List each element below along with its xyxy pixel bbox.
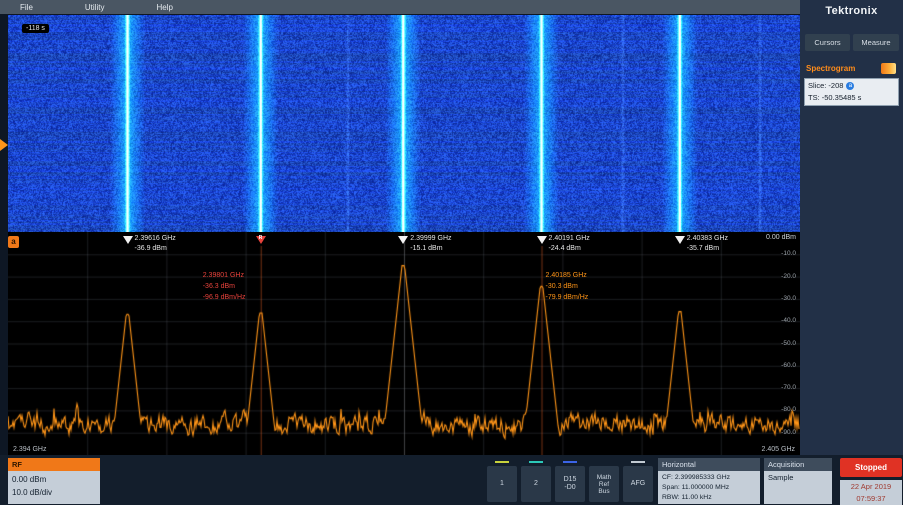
y-axis-label: -50.0 — [781, 340, 796, 347]
marker-readout: 2.39616 GHz -36.9 dBm — [135, 234, 176, 254]
peak-marker-icon[interactable] — [675, 236, 685, 244]
slice-playhead-arrow[interactable] — [0, 139, 8, 151]
rf-settings-panel: RF 0.00 dBm 10.0 dB/div — [8, 458, 100, 504]
menu-help[interactable]: Help — [156, 3, 172, 12]
y-axis-label: -80.0 — [781, 406, 796, 413]
start-frequency-label: 2.394 GHz — [10, 446, 49, 453]
spectrogram-colormap-icon[interactable] — [881, 63, 896, 74]
center-frequency-readout: CF: 2.399985333 GHz — [662, 473, 756, 483]
acquisition-panel-header[interactable]: Acquisition — [764, 458, 832, 471]
spectrum-panel: a 0.00 dBm -10.0 -20.0 -30.0 -40.0 -50.0 -60.… — [8, 232, 800, 455]
menu-bar: File Utility Help — [0, 0, 800, 14]
peak-marker-icon[interactable] — [398, 236, 408, 244]
marker-readout: 2.39999 GHz -15.1 dBm — [410, 234, 451, 254]
channel-2-button[interactable]: 2 — [521, 466, 551, 502]
peak-marker-icon[interactable] — [537, 236, 547, 244]
menu-file[interactable]: File — [20, 3, 33, 12]
peak-marker-icon[interactable] — [123, 236, 133, 244]
y-axis-label: -40.0 — [781, 317, 796, 324]
rbw-readout: RBW: 11.00 kHz — [662, 493, 756, 503]
y-axis-label: -70.0 — [781, 384, 796, 391]
ref-level-label: 0.00 dBm — [766, 234, 796, 241]
afg-button[interactable]: AFG — [623, 466, 653, 502]
measure-button[interactable]: Measure — [853, 34, 899, 51]
rf-scale: 10.0 dB/div — [12, 486, 96, 499]
channel-1-dash-icon — [495, 461, 509, 463]
horizontal-panel: Horizontal CF: 2.399985333 GHz Span: 11.… — [658, 458, 760, 504]
rf-trace-badge: a — [8, 236, 19, 248]
horizontal-panel-body: CF: 2.399985333 GHz Span: 11.000000 MHz … — [658, 471, 760, 504]
channel-2-dash-icon — [529, 461, 543, 463]
cursors-button[interactable]: Cursors — [805, 34, 850, 51]
digital-channels-button[interactable]: D15 -D0 — [555, 466, 585, 502]
right-sidebar: Tektronix Cursors Measure Spectrogram Sl… — [800, 0, 903, 505]
channel-1-button[interactable]: 1 — [487, 466, 517, 502]
y-axis-label: -60.0 — [781, 362, 796, 369]
marker-a-icon: a — [846, 82, 854, 90]
y-axis-label: -20.0 — [781, 273, 796, 280]
spectrogram-canvas — [8, 15, 800, 232]
spectrogram-time-badge: -118 s — [22, 24, 49, 33]
bottom-bar: RF 0.00 dBm 10.0 dB/div 1 2 D15 -D0 Math… — [0, 455, 903, 505]
afg-dash-icon — [631, 461, 645, 463]
y-axis-label: -90.0 — [781, 429, 796, 436]
ts-line: TS: -50.35485 s — [808, 92, 895, 104]
display-stage: File Utility Help -118 s a 0.00 dBm -10.… — [0, 0, 903, 505]
spectrogram-panel: -118 s — [8, 15, 800, 232]
span-readout: Span: 11.000000 MHz — [662, 483, 756, 493]
marker-readout: 2.40383 GHz -35.7 dBm — [687, 234, 728, 254]
slice-line: Slice: -208a — [808, 80, 895, 92]
acquisition-panel: Acquisition Sample — [764, 458, 832, 504]
spectrogram-title: Spectrogram — [806, 64, 855, 73]
digital-dash-icon — [563, 461, 577, 463]
reference-marker-letter: R — [259, 235, 263, 241]
math-ref-bus-button[interactable]: Math Ref Bus — [589, 466, 619, 502]
rf-panel-header[interactable]: RF — [8, 458, 100, 471]
y-axis-label: -30.0 — [781, 295, 796, 302]
marker-detail-readout: 2.40185 GHz -30.3 dBm -79.9 dBm/Hz — [546, 270, 589, 303]
datetime-readout: 22 Apr 2019 07:59:37 — [840, 480, 902, 505]
menu-utility[interactable]: Utility — [85, 3, 105, 12]
run-stop-status-button[interactable]: Stopped — [840, 458, 902, 477]
horizontal-panel-header[interactable]: Horizontal — [658, 458, 760, 471]
marker-readout: 2.40191 GHz -24.4 dBm — [549, 234, 590, 254]
brand-logo: Tektronix — [800, 5, 903, 17]
y-axis-label: -10.0 — [781, 250, 796, 257]
oscilloscope-app: File Utility Help -118 s a 0.00 dBm -10.… — [0, 0, 905, 510]
date-label: 22 Apr 2019 — [840, 481, 902, 493]
acquisition-panel-body: Sample — [764, 471, 832, 504]
spectrum-canvas — [8, 232, 800, 455]
rf-panel-body: 0.00 dBm 10.0 dB/div — [8, 471, 100, 504]
rf-level: 0.00 dBm — [12, 473, 96, 486]
marker-detail-readout: 2.39801 GHz -36.3 dBm -96.9 dBm/Hz — [203, 270, 246, 303]
time-label: 07:59:37 — [840, 493, 902, 505]
stop-frequency-label: 2.405 GHz — [759, 446, 798, 453]
slice-readout-box: Slice: -208a TS: -50.35485 s — [804, 78, 899, 106]
